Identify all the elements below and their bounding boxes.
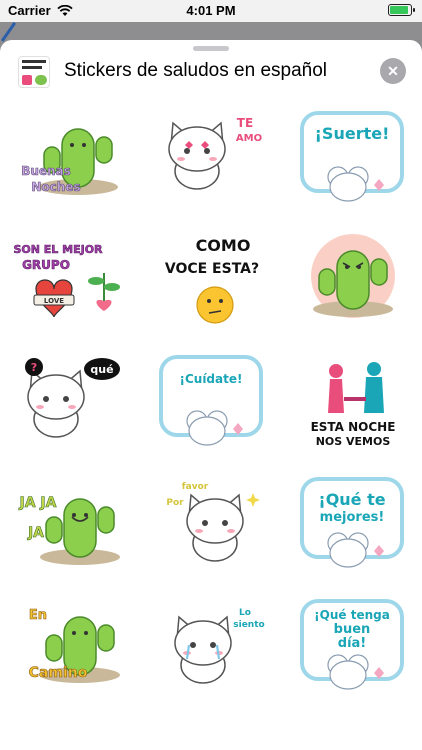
sticker-text: JA JA <box>19 495 57 511</box>
sticker-text: ¡Suerte! <box>315 124 390 143</box>
sticker-text: Noches <box>31 180 80 194</box>
close-button[interactable]: ✕ <box>380 58 406 84</box>
sheet-grabber[interactable] <box>193 46 229 51</box>
sticker-text: mejores! <box>320 510 385 525</box>
sticker-app-icon <box>18 56 50 88</box>
status-time: 4:01 PM <box>186 3 236 18</box>
status-bar: Carrier 4:01 PM <box>0 0 422 22</box>
sticker-mouse-bubble[interactable]: ¡Cuídate! <box>142 348 282 458</box>
sticker-text: VOCE ESTA? <box>165 261 259 277</box>
sticker-image: Por favor <box>166 482 260 562</box>
sticker-text: AMO <box>236 133 262 144</box>
sticker-mouse-bubble[interactable]: ¡Qué tenga buen día! <box>283 592 422 702</box>
sticker-text: Por <box>166 498 184 508</box>
sticker-text: ¡Qué te <box>318 490 385 509</box>
sticker-text: NOS VEMOS <box>316 435 391 448</box>
sticker-image: TE AMO <box>168 116 262 190</box>
sticker-text: JA <box>27 525 44 541</box>
sticker-image: ¡Suerte! <box>300 111 404 202</box>
battery-icon <box>388 4 415 16</box>
sticker-couple[interactable]: ESTA NOCHE NOS VEMOS <box>283 348 422 458</box>
sticker-image: ¡Qué temejores! <box>300 477 404 568</box>
sticker-text: Camino <box>29 665 88 681</box>
sticker-text: día! <box>338 636 366 651</box>
sticker-mouse-bubble[interactable]: ¡Qué te mejores! <box>283 470 422 580</box>
sticker-text: buen <box>334 622 371 637</box>
sticker-cat-please[interactable]: Por favor <box>142 470 282 580</box>
sticker-image: Lo siento <box>174 608 265 684</box>
sticker-text: COMO <box>196 236 251 255</box>
sticker-cactus-run[interactable]: En Camino <box>1 592 141 702</box>
sticker-text: Lo <box>239 608 251 618</box>
sticker-text: ¡Qué tenga <box>314 608 390 622</box>
sticker-image: SON EL MEJOR GRUPO LOVE <box>13 243 120 318</box>
sticker-text: Buenas <box>21 164 71 178</box>
sticker-image: ¡Cuídate! <box>159 355 263 446</box>
sticker-text: GRUPO <box>22 258 70 272</box>
sticker-image: Buenas Noches <box>21 128 118 195</box>
sticker-cactus-laugh[interactable]: JA JA JA <box>1 470 141 580</box>
sticker-text: siento <box>233 620 264 630</box>
sticker-heart-group[interactable]: SON EL MEJOR GRUPO LOVE <box>1 226 141 336</box>
sticker-cactus-night[interactable]: Buenas Noches <box>1 104 141 214</box>
sticker-thinking[interactable]: COMO VOCE ESTA? <box>142 226 282 336</box>
sticker-image: ESTA NOCHENOS VEMOS <box>311 362 396 448</box>
sticker-image: ? qué <box>25 358 120 438</box>
sticker-image: JA JA JA <box>18 495 120 565</box>
sticker-cat-question[interactable]: ? qué <box>1 348 141 458</box>
sticker-cat-sorry[interactable]: Lo siento <box>142 592 282 702</box>
sticker-image: COMO VOCE ESTA? <box>165 236 259 324</box>
sticker-mouse-bubble[interactable]: ¡Suerte! <box>283 104 422 214</box>
sticker-text: SON EL MEJOR <box>13 243 103 256</box>
sticker-text: En <box>29 608 47 623</box>
sticker-text: qué <box>90 363 113 376</box>
sticker-image <box>311 234 395 318</box>
sticker-cat-love[interactable]: TE AMO <box>142 104 282 214</box>
sticker-text: ? <box>31 361 37 374</box>
sticker-text: ESTA NOCHE <box>311 420 396 434</box>
sticker-text: ¡Cuídate! <box>180 372 243 386</box>
sticker-cactus-angry[interactable] <box>283 226 422 336</box>
sticker-image: En Camino <box>28 608 120 683</box>
sticker-sheet: Stickers de saludos en español ✕ Buenas N… <box>0 40 422 750</box>
sticker-grid: Buenas Noches TE AMO ¡Suerte! SON EL MEJOR GRU… <box>0 104 422 702</box>
sticker-image: ¡Qué tengabuendía! <box>300 599 404 690</box>
sheet-header: Stickers de saludos en español ✕ <box>0 54 422 98</box>
sticker-badge: LOVE <box>44 297 64 305</box>
sheet-title: Stickers de saludos en español <box>64 60 327 81</box>
sticker-text: TE <box>237 116 253 130</box>
sticker-text: favor <box>182 482 209 492</box>
